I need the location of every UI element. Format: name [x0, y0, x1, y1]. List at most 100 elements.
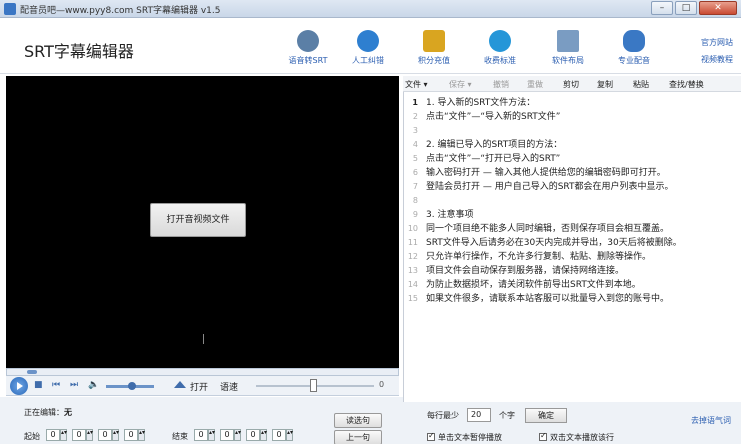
- redo-button[interactable]: 重做: [527, 79, 543, 90]
- layout-icon: [557, 30, 579, 52]
- manual-correction-button[interactable]: 人工纠错: [342, 30, 394, 66]
- line-number: 8: [412, 196, 418, 205]
- maximize-button[interactable]: □: [675, 1, 697, 15]
- start-hour-spinner[interactable]: ▴▾: [60, 429, 67, 441]
- seek-thumb[interactable]: [26, 370, 37, 374]
- editor-line[interactable]: 同一个项目绝不能多人同时编辑，否则保存项目会相互覆盖。: [426, 222, 741, 236]
- end-second-spinner[interactable]: ▴▾: [260, 429, 267, 441]
- line-number: 7: [412, 182, 418, 191]
- min-chars-field[interactable]: 20: [467, 408, 491, 422]
- speed-slider[interactable]: [256, 379, 374, 392]
- editor-toolbar: 文件 ▾ 保存 ▾ 撤销 重做 剪切 复制 粘贴 查找/替换: [403, 76, 741, 92]
- person-icon: [357, 30, 379, 52]
- pro-dubbing-button[interactable]: 专业配音: [608, 30, 660, 66]
- editor-line[interactable]: 项目文件会自动保存到服务器，请保持网络连接。: [426, 264, 741, 278]
- click-pause-checkbox[interactable]: 单击文本暂停播放: [427, 431, 502, 443]
- start-second-field[interactable]: 0: [98, 429, 112, 441]
- eject-icon[interactable]: [174, 381, 186, 388]
- line-number: 11: [407, 238, 418, 247]
- read-selected-button[interactable]: 读选句: [334, 413, 382, 428]
- yen-icon: [489, 30, 511, 52]
- speed-knob[interactable]: [309, 379, 317, 392]
- checkbox-checked-icon[interactable]: [539, 431, 547, 441]
- editor-line[interactable]: [426, 124, 741, 138]
- end-second-field[interactable]: 0: [246, 429, 260, 441]
- start-hour-field[interactable]: 0: [46, 429, 60, 441]
- open-video-button[interactable]: 打开音视频文件: [150, 203, 246, 237]
- editor-line[interactable]: 只允许单行操作，不允许多行复制、粘贴、删除等操作。: [426, 250, 741, 264]
- prev-icon[interactable]: ⏮: [52, 380, 60, 390]
- cut-button[interactable]: 剪切: [563, 79, 579, 90]
- open-label[interactable]: 打开: [190, 380, 208, 393]
- end-ms-spinner[interactable]: ▴▾: [286, 429, 293, 441]
- volume-knob[interactable]: [128, 382, 137, 390]
- checkbox-checked-icon[interactable]: [427, 431, 435, 441]
- line-number: 15: [407, 294, 418, 303]
- copy-button[interactable]: 复制: [597, 79, 613, 90]
- find-replace-button[interactable]: 查找/替换: [669, 79, 704, 90]
- editing-status: 正在编辑：无: [24, 408, 72, 417]
- minimize-button[interactable]: –: [651, 1, 673, 15]
- line-number: 3: [412, 126, 418, 135]
- official-site-link[interactable]: 官方网站: [701, 34, 733, 51]
- app-title: SRT字幕编辑器: [24, 42, 134, 61]
- remove-filler-words-link[interactable]: 去掉语气词: [691, 415, 731, 426]
- editor-line[interactable]: 2. 编辑已导入的SRT项目的方法：: [426, 138, 741, 152]
- line-number: 14: [407, 280, 418, 289]
- video-player[interactable]: 打开音视频文件: [6, 76, 399, 368]
- previous-line-button[interactable]: 上一句: [334, 430, 382, 444]
- line-number: 9: [412, 210, 418, 219]
- min-chars-label: 每行最少: [427, 411, 459, 420]
- editor-line[interactable]: [426, 194, 741, 208]
- editor-line[interactable]: 输入密码打开 — 输入其他人提供给您的编辑密码即可打开。: [426, 166, 741, 180]
- editor-line[interactable]: 1. 导入新的SRT文件方法：: [426, 96, 741, 110]
- end-ms-field[interactable]: 0: [272, 429, 286, 441]
- end-minute-spinner[interactable]: ▴▾: [234, 429, 241, 441]
- start-minute-field[interactable]: 0: [72, 429, 86, 441]
- editor-line[interactable]: 点击“文件”—“导入新的SRT文件”: [426, 110, 741, 124]
- editor-line[interactable]: 如果文件很多，请联系本站客服可以批量导入到您的账号中。: [426, 292, 741, 306]
- confirm-button[interactable]: 确定: [525, 408, 567, 423]
- start-label: 起始: [24, 432, 40, 441]
- line-number: 2: [412, 112, 418, 121]
- paste-button[interactable]: 粘贴: [633, 79, 649, 90]
- close-button[interactable]: ✕: [699, 1, 737, 15]
- volume-icon[interactable]: 🔈: [88, 380, 99, 390]
- editor-text[interactable]: 1. 导入新的SRT文件方法： 点击“文件”—“导入新的SRT文件” 2. 编辑…: [426, 96, 741, 306]
- undo-button[interactable]: 撤销: [493, 79, 509, 90]
- video-tutorial-link[interactable]: 视频教程: [701, 51, 733, 68]
- layout-button[interactable]: 软件布局: [542, 30, 594, 66]
- next-icon[interactable]: ⏭: [70, 380, 78, 390]
- end-hour-field[interactable]: 0: [194, 429, 208, 441]
- editor-line[interactable]: 为防止数据损坏，请关闭软件前导出SRT文件到本地。: [426, 278, 741, 292]
- editor-line[interactable]: 点击“文件”—“打开已导入的SRT”: [426, 152, 741, 166]
- file-menu[interactable]: 文件 ▾: [405, 79, 428, 90]
- speech-to-srt-button[interactable]: 语音转SRT: [282, 30, 334, 66]
- end-minute-field[interactable]: 0: [220, 429, 234, 441]
- start-ms-spinner[interactable]: ▴▾: [138, 429, 145, 441]
- subtitle-editor[interactable]: 1 2 3 4 5 6 7 8 9 10 11 12 13 14 15 1. 导…: [403, 92, 741, 402]
- line-number: 5: [412, 154, 418, 163]
- editor-line[interactable]: SRT文件导入后请务必在30天内完成并导出，30天后将被删除。: [426, 236, 741, 250]
- start-ms-field[interactable]: 0: [124, 429, 138, 441]
- seek-bar[interactable]: [6, 368, 399, 376]
- stop-icon[interactable]: ■: [34, 380, 43, 390]
- pricing-button[interactable]: 收费标准: [474, 30, 526, 66]
- mic-transcribe-icon: [297, 30, 319, 52]
- window-title: 配音员吧—www.pyy8.com SRT字幕编辑器 v1.5: [20, 6, 221, 16]
- recharge-button[interactable]: 积分充值: [408, 30, 460, 66]
- line-number: 12: [407, 252, 418, 261]
- editor-line[interactable]: 登陆会员打开 — 用户自己导入的SRT都会在用户列表中显示。: [426, 180, 741, 194]
- editor-line[interactable]: 3. 注意事项: [426, 208, 741, 222]
- save-menu[interactable]: 保存 ▾: [449, 79, 472, 90]
- speed-label: 语速: [220, 383, 239, 393]
- start-second-spinner[interactable]: ▴▾: [112, 429, 119, 441]
- line-number: 4: [412, 140, 418, 149]
- play-button[interactable]: [10, 377, 28, 395]
- end-hour-spinner[interactable]: ▴▾: [208, 429, 215, 441]
- line-number: 10: [407, 224, 418, 233]
- start-minute-spinner[interactable]: ▴▾: [86, 429, 93, 441]
- volume-slider[interactable]: [106, 382, 154, 390]
- line-number: 13: [407, 266, 418, 275]
- dblclick-play-checkbox[interactable]: 双击文本播放该行: [539, 431, 614, 443]
